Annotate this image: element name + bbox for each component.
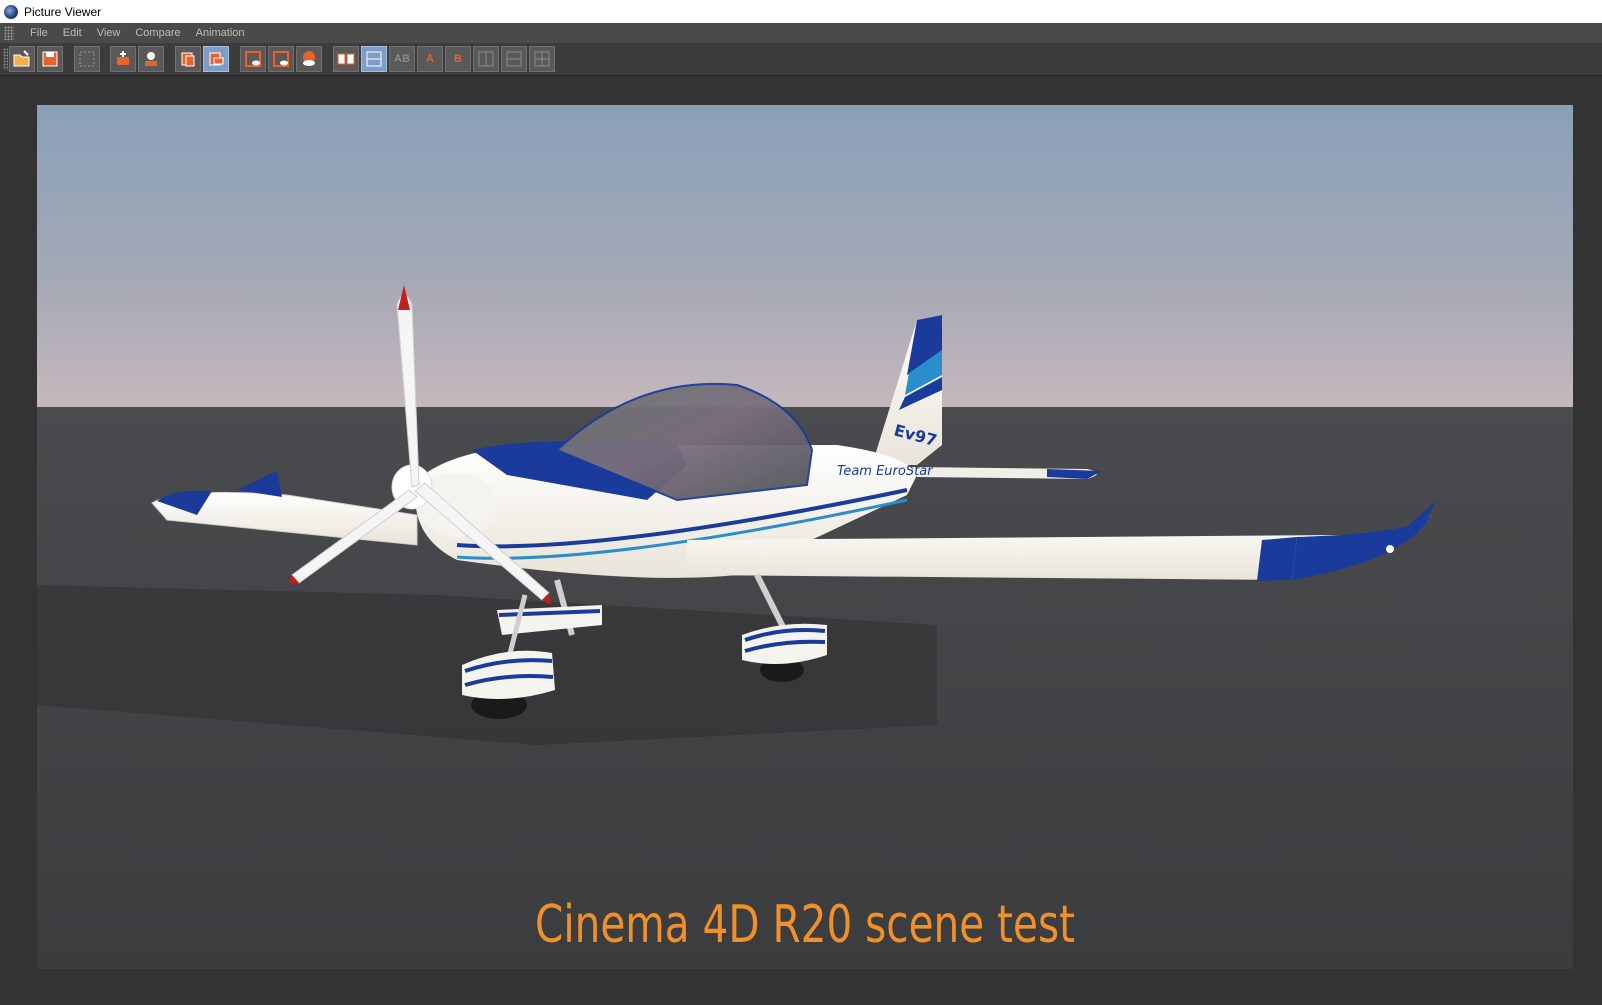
compare-1-icon[interactable] [473, 46, 499, 72]
ab-active-icon[interactable] [361, 46, 387, 72]
menu-compare[interactable]: Compare [129, 27, 189, 39]
frame-eye-2-icon[interactable] [268, 46, 294, 72]
menu-grip-icon [4, 26, 14, 40]
ab-disabled-icon[interactable]: AB [389, 46, 415, 72]
layers-active-icon[interactable] [203, 46, 229, 72]
menu-bar: File Edit View Compare Animation [0, 23, 1602, 43]
picture-viewer-canvas[interactable]: Ev97 Team EuroStar Cinema 4D R20 scene t… [0, 76, 1602, 1005]
compare-2-icon[interactable] [501, 46, 527, 72]
cinema4d-app-icon [4, 4, 18, 19]
open-icon[interactable] [9, 46, 35, 72]
layers-icon[interactable] [175, 46, 201, 72]
menu-animation[interactable]: Animation [190, 27, 254, 39]
save-icon[interactable] [37, 46, 63, 72]
user-icon[interactable] [138, 46, 164, 72]
set-b-icon[interactable]: B [445, 46, 471, 72]
ab-icon[interactable] [333, 46, 359, 72]
grid-icon[interactable] [74, 46, 100, 72]
render-caption: Cinema 4D R20 scene test [535, 895, 1075, 955]
fit-icon[interactable] [110, 46, 136, 72]
fuselage-lettering: Team EuroStar [837, 464, 934, 479]
window-title: Picture Viewer [24, 4, 102, 19]
menu-edit[interactable]: Edit [57, 27, 91, 39]
set-a-icon[interactable]: A [417, 46, 443, 72]
frame-eye-icon[interactable] [240, 46, 266, 72]
airplane-render: Ev97 Team EuroStar [37, 105, 1573, 969]
compare-3-icon[interactable] [529, 46, 555, 72]
render-eye-icon[interactable] [296, 46, 322, 72]
toolbar: AB A B [0, 43, 1602, 76]
menu-view[interactable]: View [91, 27, 130, 39]
title-bar: Picture Viewer [0, 0, 1602, 23]
render-image: Ev97 Team EuroStar Cinema 4D R20 scene t… [37, 105, 1573, 969]
toolbar-grip-icon [3, 48, 8, 70]
menu-file[interactable]: File [24, 27, 57, 39]
